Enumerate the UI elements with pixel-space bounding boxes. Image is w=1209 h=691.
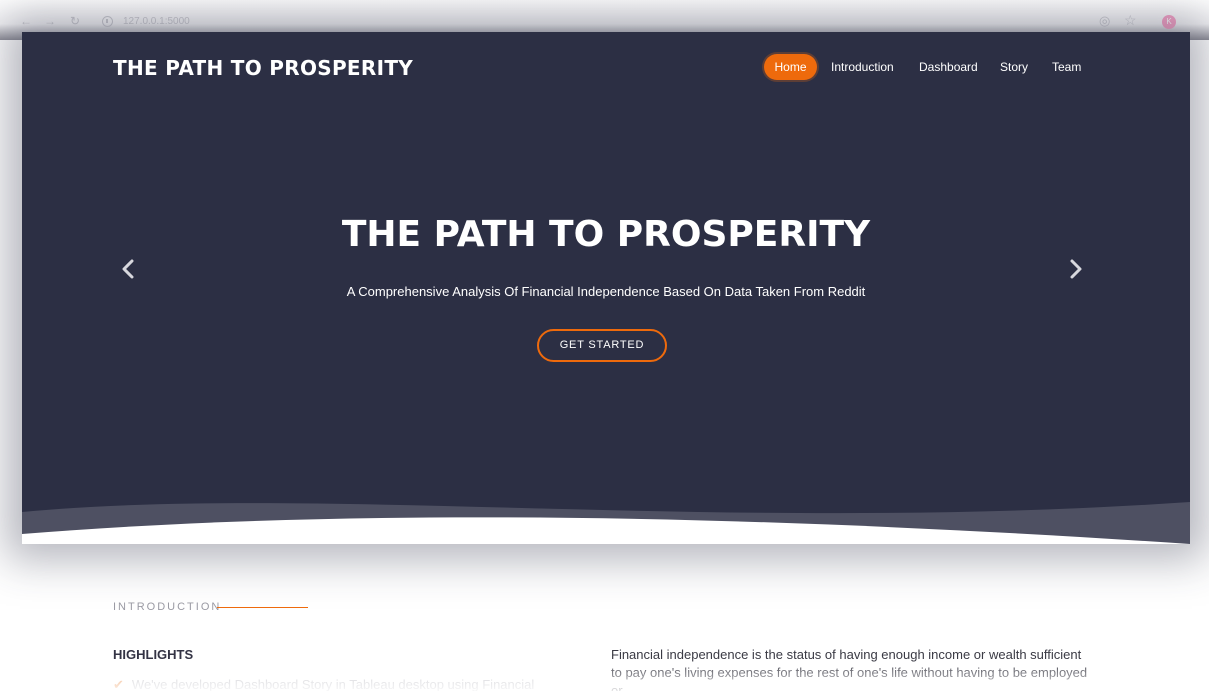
nav-home[interactable]: Home <box>764 54 817 80</box>
highlights-heading: HIGHLIGHTS <box>113 647 194 662</box>
star-icon[interactable]: ☆ <box>1124 12 1137 29</box>
nav-story[interactable]: Story <box>1000 54 1028 80</box>
back-icon[interactable]: ← <box>20 14 32 28</box>
intro-paragraph: Financial independence is the status of … <box>611 647 1088 691</box>
hero-subtitle: A Comprehensive Analysis Of Financial In… <box>346 284 866 299</box>
avatar[interactable]: K <box>1162 15 1176 29</box>
get-started-button[interactable]: GET STARTED <box>537 329 667 362</box>
nav-dashboard[interactable]: Dashboard <box>919 54 978 80</box>
reload-icon[interactable]: ↻ <box>70 14 80 28</box>
section-label: INTRODUCTION <box>113 601 222 613</box>
highlight-item: ✔ We've developed Dashboard Story in Tabl… <box>113 677 534 691</box>
check-icon: ✔ <box>113 677 124 691</box>
eye-off-icon[interactable]: ◎ <box>1099 13 1110 29</box>
hero-wave-divider <box>22 502 1190 544</box>
address-bar[interactable]: 127.0.0.1:5000 <box>123 16 190 27</box>
info-icon[interactable] <box>102 16 113 27</box>
chevron-left-icon[interactable] <box>118 257 138 281</box>
section-divider <box>217 607 308 608</box>
hero-section: THE PATH TO PROSPERITY Home Introduction… <box>22 32 1190 544</box>
forward-icon[interactable]: → <box>44 14 56 28</box>
nav-introduction[interactable]: Introduction <box>831 54 894 80</box>
nav-team[interactable]: Team <box>1052 54 1081 80</box>
hero-title: THE PATH TO PROSPERITY <box>341 214 871 255</box>
main-nav: Home Introduction Dashboard Story Team <box>22 54 1190 80</box>
highlight-text: We've developed Dashboard Story in Table… <box>131 677 535 691</box>
chevron-right-icon[interactable] <box>1066 257 1086 281</box>
